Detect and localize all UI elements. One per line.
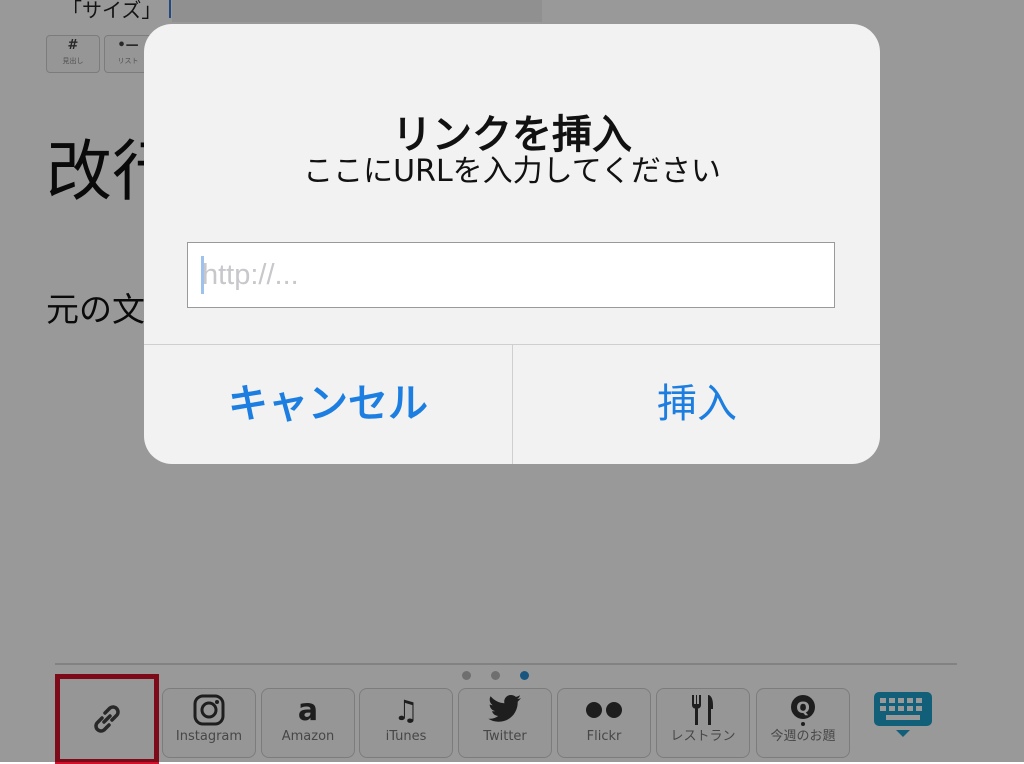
url-input[interactable] bbox=[187, 242, 835, 308]
dialog-message: ここにURLを入力してください bbox=[303, 154, 721, 189]
insert-button[interactable]: 挿入 bbox=[513, 345, 880, 464]
insert-link-dialog: リンクを挿入 ここにURLを入力してください キャンセル 挿入 bbox=[144, 24, 880, 464]
cancel-button[interactable]: キャンセル bbox=[144, 345, 512, 464]
input-caret bbox=[201, 256, 204, 294]
